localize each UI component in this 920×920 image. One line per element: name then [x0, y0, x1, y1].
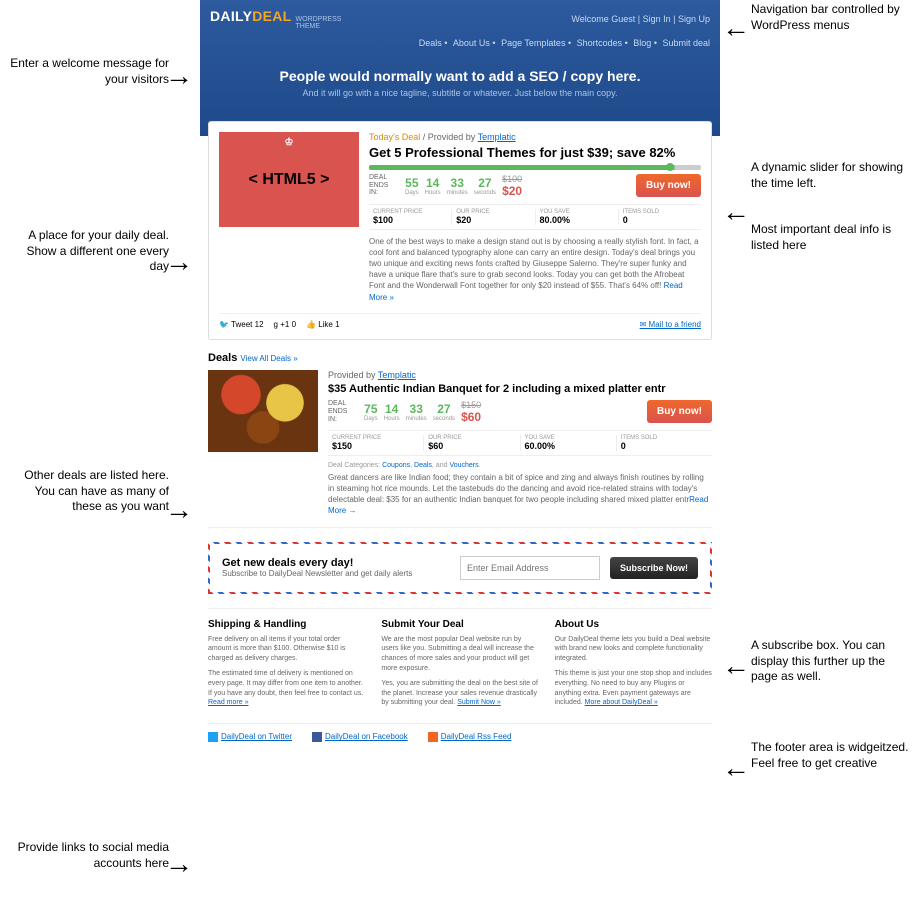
- new-price: $20: [502, 184, 522, 198]
- subscribe-button[interactable]: Subscribe Now!: [610, 557, 698, 579]
- annotation: Navigation bar controlled by WordPress m…: [751, 2, 915, 33]
- deal-list-item: Provided by Templatic $35 Authentic Indi…: [208, 370, 712, 528]
- arrow-icon: →: [165, 494, 193, 526]
- annotation: A dynamic slider for showing the time le…: [751, 160, 915, 191]
- deal-title[interactable]: Get 5 Professional Themes for just $39; …: [369, 145, 701, 161]
- deal-description: Great dancers are like Indian food; they…: [328, 472, 712, 517]
- facebook-link[interactable]: DailyDeal on Facebook: [312, 732, 408, 742]
- provider-link[interactable]: Templatic: [378, 370, 416, 380]
- tweet-button[interactable]: 🐦 Tweet 12: [219, 320, 264, 329]
- header: DAILYDEAL WORDPRESSTHEME Welcome Guest |…: [200, 0, 720, 136]
- annotation: Other deals are listed here. You can hav…: [5, 468, 169, 515]
- deal-description: One of the best ways to make a design st…: [369, 236, 701, 303]
- welcome-text: Welcome Guest: [571, 14, 635, 24]
- ends-label: DEAL ENDS IN:: [369, 174, 399, 197]
- new-price: $60: [461, 410, 481, 424]
- nav-templates[interactable]: Page Templates: [501, 38, 565, 48]
- annotation: Most important deal info is listed here: [751, 222, 915, 253]
- provider-link[interactable]: Templatic: [478, 132, 516, 142]
- like-button[interactable]: 👍 Like 1: [306, 320, 340, 329]
- logo[interactable]: DAILYDEAL WORDPRESSTHEME: [210, 8, 341, 30]
- rss-link[interactable]: DailyDeal Rss Feed: [428, 732, 512, 742]
- buy-button[interactable]: Buy now!: [636, 174, 701, 197]
- rss-icon: [428, 732, 438, 742]
- footer-about: About UsOur DailyDeal theme lets you bui…: [555, 619, 712, 714]
- old-price: $100: [502, 174, 522, 184]
- logo-deal: DEAL: [252, 8, 291, 24]
- deals-heading: Deals View All Deals »: [208, 352, 712, 364]
- arrow-icon: ←: [722, 12, 750, 44]
- progress-bar: [369, 165, 701, 170]
- logo-text: DAILY: [210, 8, 252, 24]
- signin-link[interactable]: Sign In: [643, 14, 671, 24]
- footer-link[interactable]: More about DailyDeal »: [585, 699, 658, 706]
- mail-link[interactable]: ✉ Mail to a friend: [640, 320, 701, 329]
- countdown-days: 55Days: [405, 176, 419, 196]
- main-nav: Deals • About Us • Page Templates • Shor…: [210, 38, 710, 48]
- deal-title[interactable]: $35 Authentic Indian Banquet for 2 inclu…: [328, 383, 712, 396]
- signup-link[interactable]: Sign Up: [678, 14, 710, 24]
- twitter-icon: [208, 732, 218, 742]
- deal-categories: Deal Categories: Coupons, Deals, and Vou…: [328, 462, 712, 469]
- hero-subtitle: And it will go with a nice tagline, subt…: [220, 88, 700, 98]
- annotation: A place for your daily deal. Show a diff…: [5, 228, 169, 275]
- arrow-icon: ←: [722, 196, 750, 228]
- arrow-icon: →: [165, 246, 193, 278]
- arrow-icon: →: [165, 60, 193, 92]
- footer-shipping: Shipping & HandlingFree delivery on all …: [208, 619, 365, 714]
- footer-link[interactable]: Read more »: [208, 699, 248, 706]
- nav-shortcodes[interactable]: Shortcodes: [577, 38, 623, 48]
- subscribe-box: Get new deals every day! Subscribe to Da…: [208, 542, 712, 594]
- buy-button[interactable]: Buy now!: [647, 400, 712, 423]
- countdown-seconds: 27seconds: [474, 176, 496, 196]
- nav-deals[interactable]: Deals: [419, 38, 442, 48]
- hero-title: People would normally want to add a SEO …: [220, 68, 700, 84]
- footer-link[interactable]: Submit Now »: [457, 699, 501, 706]
- annotation: Provide links to social media accounts h…: [5, 840, 169, 871]
- featured-deal-card: ♔< HTML5 > Today's Deal / Provided by Te…: [208, 121, 712, 340]
- email-input[interactable]: [460, 556, 600, 580]
- deal-image[interactable]: ♔< HTML5 >: [219, 132, 359, 227]
- subscribe-heading: Get new deals every day!: [222, 557, 450, 569]
- annotation: Enter a welcome message for your visitor…: [5, 56, 169, 87]
- countdown-hours: 14Hours: [425, 176, 441, 196]
- arrow-icon: ←: [722, 650, 750, 682]
- arrow-icon: →: [165, 848, 193, 880]
- twitter-link[interactable]: DailyDeal on Twitter: [208, 732, 292, 742]
- annotation: The footer area is widgeitzed. Feel free…: [751, 740, 915, 771]
- subscribe-sub: Subscribe to DailyDeal Newsletter and ge…: [222, 569, 450, 578]
- hero: People would normally want to add a SEO …: [210, 48, 710, 128]
- old-price: $150: [461, 400, 481, 410]
- crown-icon: ♔: [285, 137, 294, 148]
- social-links: DailyDeal on Twitter DailyDeal on Facebo…: [208, 723, 712, 742]
- view-all-link[interactable]: View All Deals »: [240, 354, 297, 363]
- ends-label: DEAL ENDS IN:: [328, 400, 358, 423]
- gplus-button[interactable]: g +1 0: [274, 320, 296, 329]
- deal-image[interactable]: [208, 370, 318, 452]
- nav-submit[interactable]: Submit deal: [662, 38, 710, 48]
- footer-columns: Shipping & HandlingFree delivery on all …: [208, 608, 712, 714]
- arrow-icon: ←: [722, 752, 750, 784]
- annotation: A subscribe box. You can display this fu…: [751, 638, 915, 685]
- user-bar: Welcome Guest | Sign In | Sign Up: [571, 14, 710, 24]
- footer-submit: Submit Your DealWe are the most popular …: [381, 619, 538, 714]
- share-bar: 🐦 Tweet 12 g +1 0 👍 Like 1 ✉ Mail to a f…: [219, 313, 701, 329]
- nav-blog[interactable]: Blog: [633, 38, 651, 48]
- nav-about[interactable]: About Us: [453, 38, 490, 48]
- todays-deal-label: Today's Deal: [369, 132, 420, 142]
- facebook-icon: [312, 732, 322, 742]
- deal-stats: CURRENT PRICE$100 OUR PRICE$20 YOU SAVE8…: [369, 204, 701, 230]
- countdown-minutes: 33minutes: [447, 176, 468, 196]
